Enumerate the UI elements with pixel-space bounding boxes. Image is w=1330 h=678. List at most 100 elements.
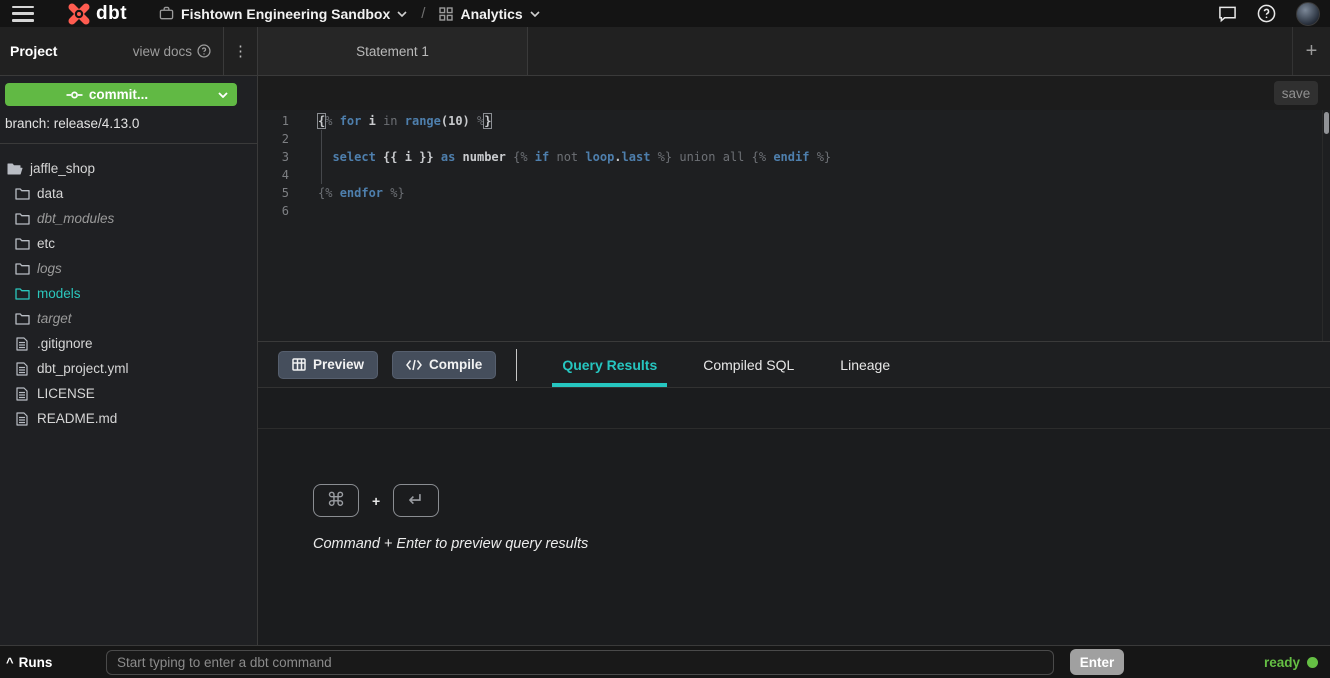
- code-line-4: 4: [258, 166, 1330, 184]
- code-text: {% endfor %}: [300, 184, 405, 202]
- editor-scrollbar-track[interactable]: [1322, 110, 1330, 341]
- line-number: 1: [258, 112, 300, 130]
- kebab-menu-icon[interactable]: ⋮: [223, 27, 257, 75]
- status-label: ready: [1264, 655, 1300, 670]
- results-tab-compiled-sql[interactable]: Compiled SQL: [693, 342, 804, 387]
- folder-icon: [15, 287, 30, 300]
- code-line-2: 2: [258, 130, 1330, 148]
- tree-item-etc[interactable]: etc: [0, 231, 257, 256]
- tree-item-logs[interactable]: logs: [0, 256, 257, 281]
- enter-button[interactable]: Enter: [1070, 649, 1124, 675]
- code-text: select {{ i }} as number {% if not loop.…: [300, 148, 831, 166]
- sidebar-header: Project view docs ⋮: [0, 27, 258, 75]
- git-commit-area: commit... branch: release/4.13.0: [0, 76, 257, 143]
- grid-icon: [439, 7, 453, 21]
- editor-tab-bar: Statement 1 +: [258, 27, 1330, 75]
- new-tab-button[interactable]: +: [1292, 27, 1330, 75]
- code-text: [300, 130, 318, 148]
- line-number: 5: [258, 184, 300, 202]
- tree-item-dbt_project.yml[interactable]: dbt_project.yml: [0, 356, 257, 381]
- results-tab-query-results[interactable]: Query Results: [552, 342, 667, 387]
- tree-item-label: jaffle_shop: [30, 161, 95, 176]
- results-tab-lineage[interactable]: Lineage: [830, 342, 900, 387]
- account-selector[interactable]: Fishtown Engineering Sandbox: [159, 6, 407, 22]
- keyboard-hint: ⌘ + ↵ Command + Enter to preview query r…: [313, 484, 588, 552]
- file-tree: jaffle_shopdata dbt_modulesetc logs models t…: [0, 144, 257, 645]
- plus-sign: +: [372, 493, 380, 509]
- dbt-logo-icon: [66, 1, 92, 27]
- editor-toolbar: save: [258, 76, 1330, 110]
- results-toolbar: Preview Compile Query Results Compiled SQ…: [258, 342, 1330, 388]
- file-icon: [16, 362, 28, 376]
- view-docs-label: view docs: [133, 44, 192, 59]
- indent-guide: [321, 130, 322, 184]
- code-icon: [406, 359, 422, 371]
- runs-toggle[interactable]: ^ Runs: [6, 655, 106, 670]
- save-button[interactable]: save: [1274, 81, 1318, 105]
- folder-icon: [15, 187, 30, 200]
- sidebar-title: Project: [10, 43, 57, 59]
- folder-icon: [15, 212, 30, 225]
- code-line-6: 6: [258, 202, 1330, 220]
- compile-button-label: Compile: [429, 357, 482, 372]
- dbt-logo[interactable]: dbt: [66, 1, 127, 27]
- breadcrumb-separator: /: [421, 5, 425, 22]
- file-icon: [16, 337, 28, 351]
- toolbar-divider: [516, 349, 517, 381]
- chevron-up-icon: ^: [6, 655, 14, 670]
- commit-button-label: commit...: [89, 87, 148, 102]
- tree-item-label: LICENSE: [37, 386, 95, 401]
- chevron-down-icon: [397, 11, 407, 17]
- code-line-3: 3 select {{ i }} as number {% if not loo…: [258, 148, 1330, 166]
- dbt-command-input[interactable]: [106, 650, 1054, 675]
- code-text: [300, 166, 318, 184]
- chevron-down-icon: [530, 11, 540, 17]
- code-editor[interactable]: 1{% for i in range(10) %}23 select {{ i …: [258, 110, 1330, 341]
- tree-item-label: dbt_modules: [37, 211, 114, 226]
- results-panel: Preview Compile Query Results Compiled SQ…: [258, 341, 1330, 645]
- editor-tab-statement-1[interactable]: Statement 1: [258, 27, 528, 75]
- status-dot-icon: [1307, 657, 1318, 668]
- tree-item-label: .gitignore: [37, 336, 93, 351]
- view-docs-link[interactable]: view docs: [133, 44, 223, 59]
- editor-tab-label: Statement 1: [356, 44, 429, 59]
- logo-text: dbt: [96, 3, 127, 25]
- tree-item-target[interactable]: target: [0, 306, 257, 331]
- tree-item-label: models: [37, 286, 81, 301]
- tree-item-label: etc: [37, 236, 55, 251]
- code-line-5: 5{% endfor %}: [258, 184, 1330, 202]
- file-icon: [16, 412, 28, 426]
- results-body: ⌘ + ↵ Command + Enter to preview query r…: [258, 429, 1330, 645]
- runs-label: Runs: [19, 655, 53, 670]
- top-bar: dbt Fishtown Engineering Sandbox / Analy…: [0, 0, 1330, 27]
- project-selector[interactable]: Analytics: [439, 6, 539, 22]
- header-band: Project view docs ⋮ Statement 1 +: [0, 27, 1330, 76]
- status-indicator: ready: [1124, 655, 1318, 670]
- commit-button[interactable]: commit...: [5, 83, 237, 106]
- plus-icon: +: [1306, 40, 1318, 63]
- preview-button[interactable]: Preview: [278, 351, 378, 379]
- tree-item-data[interactable]: data: [0, 181, 257, 206]
- briefcase-icon: [159, 6, 174, 21]
- tree-item-README.md[interactable]: README.md: [0, 406, 257, 431]
- code-text: {% for i in range(10) %}: [300, 112, 491, 130]
- user-avatar[interactable]: [1296, 2, 1320, 26]
- compile-button[interactable]: Compile: [392, 351, 496, 379]
- tree-item-dbt_modules[interactable]: dbt_modules: [0, 206, 257, 231]
- line-number: 3: [258, 148, 300, 166]
- tree-item-label: README.md: [37, 411, 117, 426]
- tree-item-LICENSE[interactable]: LICENSE: [0, 381, 257, 406]
- code-lines: 1{% for i in range(10) %}23 select {{ i …: [258, 112, 1330, 220]
- tree-item-.gitignore[interactable]: .gitignore: [0, 331, 257, 356]
- editor-scrollbar-thumb[interactable]: [1324, 112, 1329, 134]
- command-key-icon: ⌘: [313, 484, 359, 517]
- folder-icon: [15, 312, 30, 325]
- tree-item-jaffle_shop[interactable]: jaffle_shop: [0, 156, 257, 181]
- tree-item-label: logs: [37, 261, 62, 276]
- tree-item-models[interactable]: models: [0, 281, 257, 306]
- line-number: 4: [258, 166, 300, 184]
- chat-icon[interactable]: [1218, 5, 1237, 23]
- tree-item-label: data: [37, 186, 63, 201]
- hamburger-menu-icon[interactable]: [12, 6, 34, 22]
- help-icon[interactable]: [1257, 4, 1276, 23]
